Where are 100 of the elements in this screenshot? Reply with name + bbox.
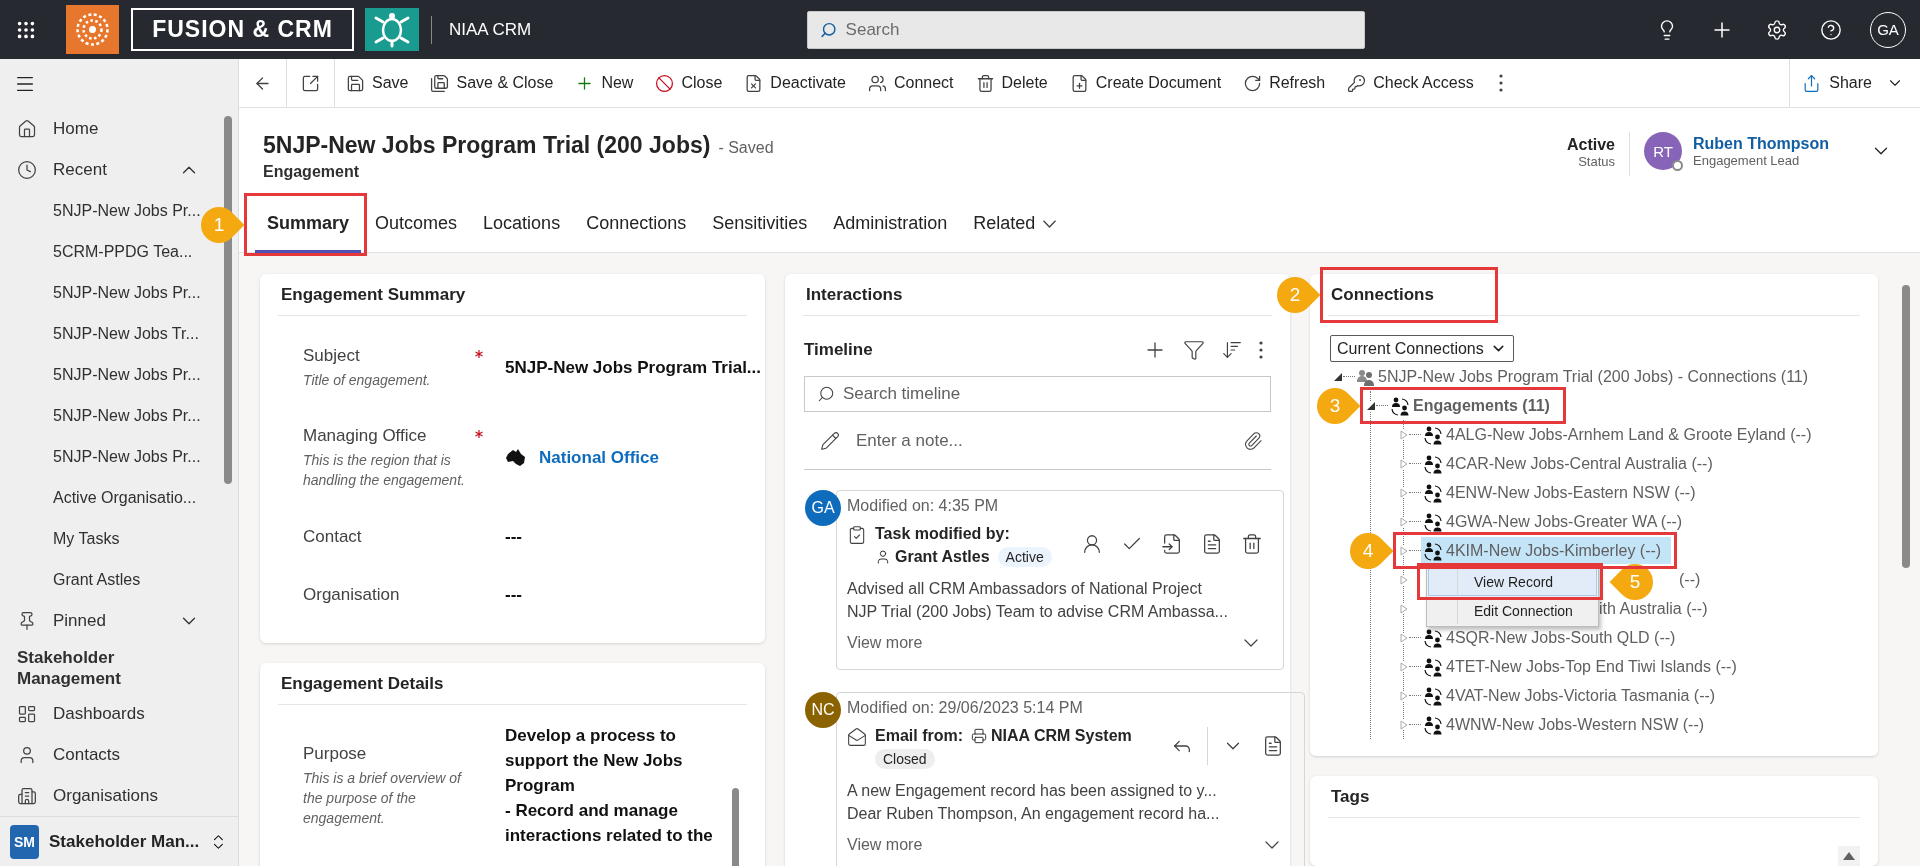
field-value: Develop a process to support the New Jobs Program - Record and manage interactions related to the: [505, 725, 713, 847]
refresh-icon: [1243, 73, 1263, 93]
tree-item[interactable]: Engagements (11): [1388, 392, 1560, 419]
record-link[interactable]: 5NJP-New Jobs Pr...: [0, 395, 201, 436]
activity-description: A new Engagement record has been assigned to y... Dear Ruben Thompson, An engagement record ha...: [847, 781, 1221, 824]
record-link[interactable]: 5NJP-New Jobs Tr...: [0, 313, 199, 354]
field-value: ---: [505, 584, 522, 606]
command-button[interactable]: Save & Close: [419, 58, 565, 108]
owner-avatar: RT: [1644, 132, 1682, 170]
record-link[interactable]: 5NJP-New Jobs Pr...: [0, 190, 201, 231]
person-icon: [1081, 533, 1103, 555]
command-button[interactable]: Delete: [964, 58, 1059, 108]
expanded-triangle-icon[interactable]: [1366, 400, 1376, 411]
help-icon: [1820, 18, 1842, 41]
tree-item[interactable]: 4KIM-New Jobs-Kimberley (--): [1421, 537, 1672, 564]
record-link[interactable]: 5CRM-PPDG Tea...: [0, 231, 193, 272]
card-title: Tags: [1331, 786, 1370, 807]
tab[interactable]: Connections: [574, 197, 699, 253]
view-more-link[interactable]: View more: [847, 836, 1252, 854]
connection-icon: [1423, 424, 1443, 445]
search-field[interactable]: Search: [806, 10, 1365, 49]
save-all-icon: [430, 73, 450, 93]
field-label: Organisation: [303, 585, 401, 605]
search-field[interactable]: Search timeline: [804, 376, 1271, 412]
status-label: Status: [1578, 154, 1615, 169]
command-button[interactable]: Save: [335, 58, 420, 108]
connection-icon: [1423, 714, 1443, 735]
command-button[interactable]: Connect: [856, 58, 965, 108]
command-button[interactable]: Deactivate: [733, 58, 857, 108]
modified-date: Modified on: 4:35 PM: [847, 497, 1000, 515]
settings-icon: [1766, 18, 1788, 41]
lookup-link[interactable]: National Office: [539, 448, 659, 468]
field-value: 5NJP-New Jobs Program Trial...: [505, 357, 762, 379]
sort-icon: [1221, 339, 1243, 361]
tree-item[interactable]: 4ENW-New Jobs-Eastern NSW (--): [1421, 479, 1706, 506]
no-entry-icon: [655, 73, 675, 93]
tree-item-label: ith Australia (--): [1599, 599, 1708, 618]
task-icon: [847, 525, 867, 545]
avatar: GA: [805, 490, 841, 526]
tab[interactable]: Summary: [255, 196, 362, 253]
person-icon: [875, 549, 891, 565]
document-icon: [1201, 533, 1223, 555]
nav-item[interactable]: Contacts: [0, 734, 238, 775]
presence-icon: [1672, 160, 1683, 171]
command-button[interactable]: Close: [644, 58, 734, 108]
field-label: Purpose: [303, 743, 368, 764]
record-link[interactable]: 5NJP-New Jobs Pr...: [0, 354, 201, 395]
command-button[interactable]: New: [564, 58, 645, 108]
record-link[interactable]: My Tasks: [0, 518, 120, 559]
nav-item[interactable]: Dashboards: [0, 693, 238, 734]
note-field[interactable]: Enter a note...: [854, 423, 1229, 458]
dashboard-icon: [17, 703, 37, 724]
record-link[interactable]: 5NJP-New Jobs Pr...: [0, 436, 201, 477]
tab[interactable]: Outcomes: [363, 197, 470, 253]
nav-item[interactable]: Pinned: [0, 600, 238, 641]
avatar: NC: [805, 692, 841, 728]
activity-heading: Task modified by:: [875, 525, 1010, 543]
tree-item[interactable]: 4TET-New Jobs-Top End Tiwi Islands (--): [1421, 653, 1747, 680]
field-label: Subject: [303, 346, 361, 366]
tab[interactable]: Administration: [821, 197, 960, 253]
save-icon: [346, 73, 365, 93]
tree-item[interactable]: 4SQR-New Jobs-South QLD (--): [1421, 624, 1686, 651]
command-button[interactable]: Create Document: [1058, 58, 1233, 108]
tab[interactable]: Related: [961, 197, 1069, 253]
connection-icon: [1423, 540, 1443, 561]
pencil-icon: [820, 430, 840, 451]
tree-item[interactable]: 4GWA-New Jobs-Greater WA (--): [1421, 508, 1693, 535]
tab[interactable]: Sensitivities: [700, 197, 820, 253]
nav-item[interactable]: Home: [0, 108, 238, 149]
status-value: Active: [1567, 136, 1615, 154]
command-button[interactable]: Refresh: [1232, 58, 1337, 108]
owner-link[interactable]: Ruben Thompson: [1693, 134, 1829, 153]
view-more-link[interactable]: View more: [847, 634, 1231, 652]
people-icon: [1357, 367, 1375, 386]
share-button[interactable]: Share: [1789, 58, 1920, 108]
key-icon: [1347, 73, 1367, 93]
field-label: Managing Office: [303, 426, 428, 446]
printer-icon: [971, 728, 987, 744]
nav-item[interactable]: Organisations: [0, 775, 238, 816]
view-dropdown[interactable]: Current Connections: [1330, 335, 1514, 362]
nav-item[interactable]: Recent: [0, 149, 238, 190]
tree-item[interactable]: 4WNW-New Jobs-Western NSW (--): [1421, 711, 1715, 738]
scroll-up-button[interactable]: [1838, 846, 1860, 866]
command-button[interactable]: Check Access: [1336, 58, 1485, 108]
home-icon: [17, 118, 37, 139]
paperclip-icon[interactable]: [1243, 430, 1263, 451]
file-arrow-icon: [1161, 533, 1183, 555]
tree-item[interactable]: 4VAT-New Jobs-Victoria Tasmania (--): [1421, 682, 1726, 709]
record-link[interactable]: 5NJP-New Jobs Pr...: [0, 272, 201, 313]
card-title: Interactions: [806, 284, 903, 305]
menu-item[interactable]: View Record: [1428, 567, 1597, 596]
tree-item[interactable]: 5NJP-New Jobs Program Trial (200 Jobs) - Connections (11): [1355, 363, 1819, 390]
tree-item[interactable]: 4ALG-New Jobs-Arnhem Land & Groote Eyland (--): [1421, 421, 1822, 448]
tab[interactable]: Locations: [471, 197, 573, 253]
tree-item[interactable]: 4CAR-New Jobs-Central Australia (--): [1421, 450, 1723, 477]
trash-icon: [1241, 533, 1263, 555]
timeline-title: Timeline: [804, 340, 874, 360]
tree-item-label: (--): [1679, 570, 1701, 589]
record-link[interactable]: Grant Astles: [0, 559, 141, 600]
record-link[interactable]: Active Organisatio...: [0, 477, 197, 518]
